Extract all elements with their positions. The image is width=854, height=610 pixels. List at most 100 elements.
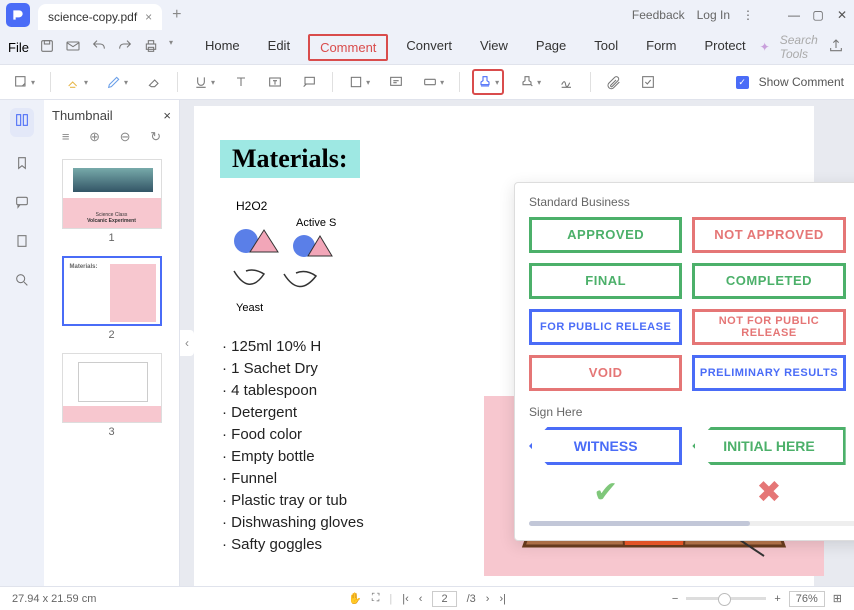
- zoom-out-icon[interactable]: −: [672, 593, 678, 605]
- thumb-list-icon[interactable]: ≡: [62, 129, 70, 145]
- prev-page-arrow[interactable]: ‹: [180, 330, 194, 356]
- shape-tool[interactable]: ▾: [345, 71, 373, 93]
- share-icon[interactable]: [828, 38, 844, 57]
- quick-dropdown-icon[interactable]: ▾: [169, 38, 173, 57]
- note-box-tool[interactable]: [385, 71, 407, 93]
- stamp-tool[interactable]: ▾: [472, 69, 504, 95]
- zoom-slider[interactable]: [686, 597, 766, 600]
- thumbnail-3[interactable]: 3: [62, 353, 162, 438]
- thumbnail-panel: Thumbnail × ≡ ⊕ ⊖ ↻ Science ClassVolcani…: [44, 100, 180, 586]
- textbox-tool[interactable]: [264, 71, 286, 93]
- save-icon[interactable]: [39, 38, 55, 57]
- mail-icon[interactable]: [65, 38, 81, 57]
- thumb-zoomout-icon[interactable]: ⊖: [120, 129, 131, 145]
- fit-icon[interactable]: ⛶: [372, 592, 380, 605]
- highlight-tool[interactable]: ▾: [63, 71, 91, 93]
- thumb-zoomin-icon[interactable]: ⊕: [89, 129, 100, 145]
- menu-tab-form[interactable]: Form: [636, 34, 686, 61]
- underline-tool[interactable]: ▾: [190, 71, 218, 93]
- checkbox-tool[interactable]: [637, 71, 659, 93]
- bookmark-panel-icon[interactable]: [14, 155, 30, 176]
- text-tool[interactable]: [230, 71, 252, 93]
- attachment-panel-icon[interactable]: [14, 233, 30, 254]
- signature-tool[interactable]: [556, 71, 578, 93]
- redo-icon[interactable]: [117, 38, 133, 57]
- more-icon[interactable]: ⋮: [742, 8, 754, 22]
- menu-tab-edit[interactable]: Edit: [258, 34, 300, 61]
- menu-tab-page[interactable]: Page: [526, 34, 576, 61]
- material-item: · Funnel: [222, 468, 364, 490]
- stamp-completed[interactable]: COMPLETED: [692, 263, 845, 299]
- prev-page-icon[interactable]: ‹: [419, 593, 423, 605]
- material-item: · Empty bottle: [222, 446, 364, 468]
- document-viewport[interactable]: ‹ › Materials: H2O2 Active S Yeast · 125…: [180, 100, 854, 586]
- stamp-section-business: Standard Business: [529, 195, 854, 209]
- stamp-final[interactable]: FINAL: [529, 263, 682, 299]
- stamp-manage-tool[interactable]: ▾: [516, 71, 544, 93]
- maximize-icon[interactable]: ▢: [812, 9, 824, 21]
- search-panel-icon[interactable]: [14, 272, 30, 293]
- h2o2-label: H2O2: [236, 199, 268, 213]
- next-page-icon[interactable]: ›: [486, 593, 490, 605]
- page-input[interactable]: 2: [432, 591, 456, 607]
- login-link[interactable]: Log In: [697, 8, 730, 22]
- close-panel-icon[interactable]: ×: [163, 108, 171, 123]
- attachment-tool[interactable]: [603, 71, 625, 93]
- hand-tool-icon[interactable]: ✋: [348, 592, 362, 605]
- close-window-icon[interactable]: ✕: [836, 9, 848, 21]
- material-item: · Safty goggles: [222, 534, 364, 556]
- file-menu[interactable]: File: [8, 40, 29, 55]
- measure-tool[interactable]: ▾: [419, 71, 447, 93]
- menu-tab-protect[interactable]: Protect: [694, 34, 755, 61]
- undo-icon[interactable]: [91, 38, 107, 57]
- sign-stamp-witness[interactable]: WITNESS: [529, 427, 682, 465]
- show-comment-checkbox[interactable]: ✓: [736, 76, 749, 89]
- left-sidebar: [0, 100, 44, 586]
- print-icon[interactable]: [143, 38, 159, 57]
- stamp-dropdown: Standard Business APPROVEDNOT APPROVEDDR…: [514, 182, 854, 541]
- last-page-icon[interactable]: ›|: [499, 593, 506, 605]
- callout-tool[interactable]: [298, 71, 320, 93]
- ai-icon[interactable]: ✦: [760, 40, 770, 54]
- view-mode-icon[interactable]: ⊞: [833, 592, 842, 605]
- first-page-icon[interactable]: |‹: [402, 593, 409, 605]
- stamp-void[interactable]: VOID: [529, 355, 682, 391]
- menu-tab-home[interactable]: Home: [195, 34, 250, 61]
- thumbnail-1[interactable]: Science ClassVolcanic Experiment 1: [62, 159, 162, 244]
- svg-text:Active S: Active S: [296, 217, 336, 229]
- sign-stamp-initial-here[interactable]: INITIAL HERE: [692, 427, 845, 465]
- minimize-icon[interactable]: —: [788, 9, 800, 21]
- thumbnail-panel-icon[interactable]: [10, 108, 34, 137]
- close-tab-icon[interactable]: ×: [145, 10, 152, 24]
- note-tool[interactable]: ▾: [10, 71, 38, 93]
- eraser-tool[interactable]: [143, 71, 165, 93]
- thumb-refresh-icon[interactable]: ↻: [150, 129, 161, 145]
- menu-tab-convert[interactable]: Convert: [396, 34, 462, 61]
- menu-tab-comment[interactable]: Comment: [308, 34, 388, 61]
- menu-tab-tool[interactable]: Tool: [584, 34, 628, 61]
- thumbnail-2[interactable]: Materials: 2: [62, 256, 162, 341]
- menu-tab-view[interactable]: View: [470, 34, 518, 61]
- statusbar: 27.94 x 21.59 cm ✋ ⛶ | |‹ ‹ 2 /3 › ›| − …: [0, 586, 854, 610]
- search-tools[interactable]: Search Tools: [780, 33, 818, 61]
- material-item: · Food color: [222, 424, 364, 446]
- stamp-approved[interactable]: APPROVED: [529, 217, 682, 253]
- stamp-not-approved[interactable]: NOT APPROVED: [692, 217, 845, 253]
- stamp-for-public-release[interactable]: FOR PUBLIC RELEASE: [529, 309, 682, 345]
- app-logo: [6, 3, 30, 27]
- molecule-diagram: H2O2 Active S Yeast: [224, 196, 364, 316]
- dropdown-scrollbar[interactable]: [529, 521, 854, 526]
- comment-panel-icon[interactable]: [14, 194, 30, 215]
- pencil-tool[interactable]: ▾: [103, 71, 131, 93]
- stamp-not-for-public-release[interactable]: NOT FOR PUBLIC RELEASE: [692, 309, 845, 345]
- document-tab[interactable]: science-copy.pdf ×: [38, 4, 162, 30]
- new-tab-button[interactable]: +: [172, 6, 181, 24]
- stamp-cross-icon[interactable]: ✖: [692, 475, 845, 509]
- zoom-in-icon[interactable]: +: [774, 593, 780, 605]
- zoom-value[interactable]: 76%: [789, 591, 825, 607]
- svg-text:Yeast: Yeast: [236, 302, 263, 314]
- stamp-check-icon[interactable]: ✔: [529, 475, 682, 509]
- stamp-preliminary-results[interactable]: PRELIMINARY RESULTS: [692, 355, 845, 391]
- feedback-link[interactable]: Feedback: [632, 8, 685, 22]
- thumbnail-title: Thumbnail: [52, 108, 113, 123]
